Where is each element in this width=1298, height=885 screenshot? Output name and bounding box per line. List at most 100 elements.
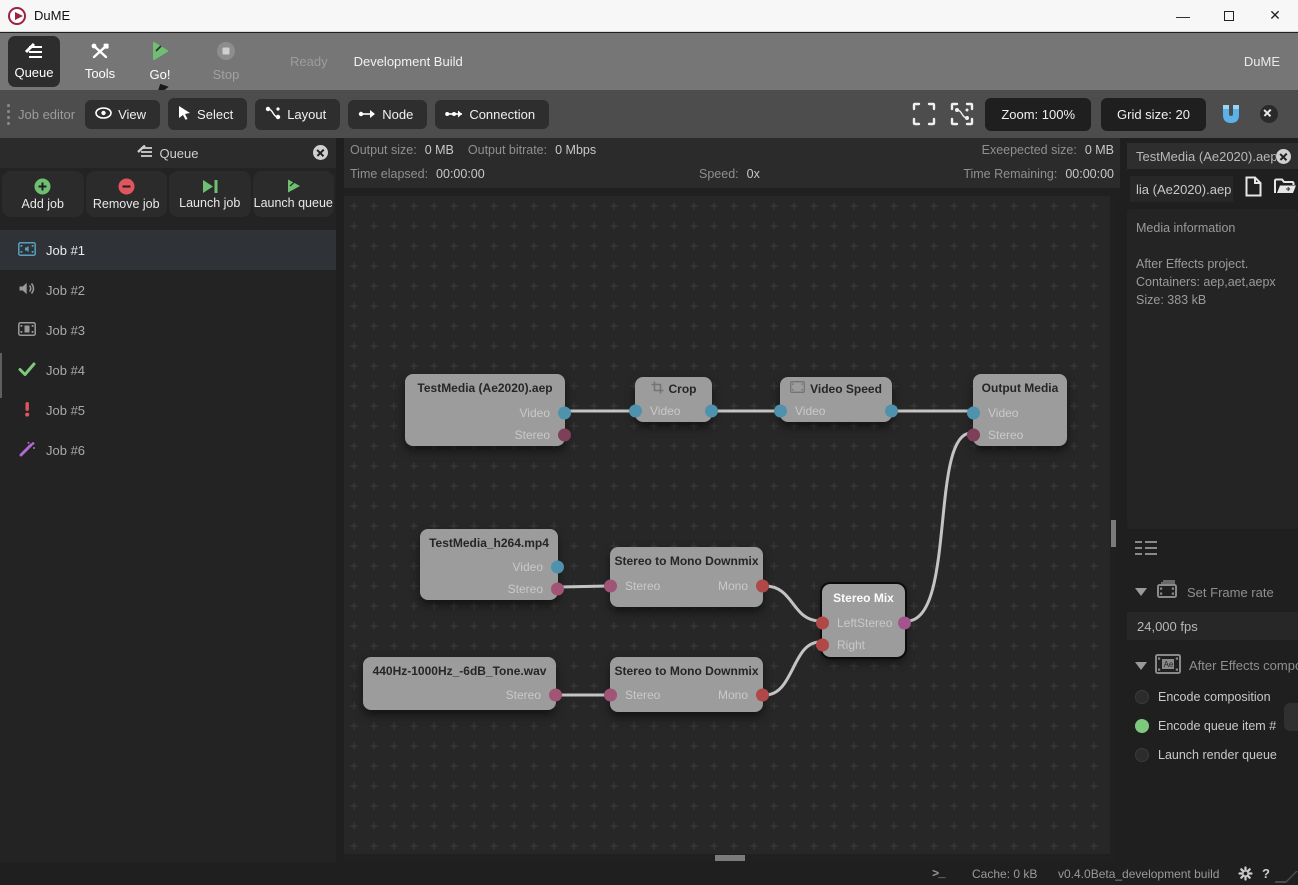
minimize-button[interactable]: — — [1160, 0, 1206, 32]
new-file-icon[interactable] — [1245, 176, 1262, 202]
queue-tab-button[interactable]: Queue — [8, 36, 60, 87]
job-item-3[interactable]: Job #3 — [0, 310, 336, 350]
frame-selected-button[interactable] — [947, 99, 977, 129]
close-editor-icon[interactable] — [1254, 99, 1284, 129]
file-name-input[interactable]: lia (Ae2020).aep — [1130, 176, 1233, 202]
option-launch-render-queue[interactable]: Launch render queue — [1135, 748, 1277, 762]
launch-queue-button[interactable]: Launch queue — [253, 171, 335, 217]
grid-size-button[interactable]: Grid size: 20 — [1101, 98, 1206, 131]
version-text: v0.4.0Beta_development build — [1058, 867, 1219, 881]
output-port[interactable] — [549, 689, 562, 702]
eye-icon — [95, 107, 112, 122]
resize-grip[interactable] — [1274, 871, 1298, 883]
select-menu-button[interactable]: Select — [168, 98, 247, 130]
radio-icon[interactable] — [1135, 719, 1149, 733]
input-port[interactable] — [967, 407, 980, 420]
output-port[interactable] — [756, 580, 769, 593]
node-title: TestMedia (Ae2020).aep — [405, 374, 565, 402]
node-crop[interactable]: Crop Video — [635, 377, 712, 422]
node-output-media[interactable]: Output Media Video Stereo — [973, 374, 1067, 446]
node-menu-label: Node — [382, 107, 413, 122]
input-port[interactable] — [967, 429, 980, 442]
stop-button[interactable]: Stop — [200, 36, 252, 87]
chevron-down-icon[interactable] — [1135, 588, 1147, 596]
input-port[interactable] — [816, 617, 829, 630]
job-item-2[interactable]: Job #2 — [0, 270, 336, 310]
output-port[interactable] — [558, 407, 571, 420]
node-title: Output Media — [973, 374, 1067, 402]
option-label: Launch render queue — [1158, 748, 1277, 762]
job-item-5[interactable]: Job #5 — [0, 390, 336, 430]
radio-icon[interactable] — [1135, 748, 1149, 762]
node-stereo-downmix-1[interactable]: Stereo to Mono Downmix StereoMono — [610, 547, 763, 607]
settings-gear-icon[interactable] — [1238, 866, 1253, 884]
output-port[interactable] — [885, 405, 898, 418]
node-video-speed[interactable]: Video Speed Video — [780, 377, 892, 422]
output-port[interactable] — [898, 617, 911, 630]
input-port[interactable] — [774, 405, 787, 418]
layout-menu-button[interactable]: Layout — [255, 99, 340, 130]
job-item-4[interactable]: Job #4 — [0, 350, 336, 390]
graph-horizontal-scrollbar[interactable] — [344, 854, 1110, 862]
help-icon[interactable]: ? — [1262, 866, 1270, 881]
job-list-scrollbar[interactable] — [0, 353, 2, 398]
output-port[interactable] — [705, 405, 718, 418]
frame-all-button[interactable] — [909, 99, 939, 129]
connection-menu-button[interactable]: Connection — [435, 100, 549, 129]
job-item-6[interactable]: Job #6 — [0, 430, 336, 470]
snap-magnet-icon[interactable] — [1216, 99, 1246, 129]
node-stereo-downmix-2[interactable]: Stereo to Mono Downmix StereoMono — [610, 657, 763, 712]
add-job-button[interactable]: Add job — [2, 171, 84, 217]
output-port[interactable] — [756, 689, 769, 702]
frame-rate-section[interactable]: Set Frame rate — [1135, 580, 1298, 604]
output-port[interactable] — [551, 583, 564, 596]
input-port[interactable] — [604, 580, 617, 593]
node-testmedia-mp4[interactable]: TestMedia_h264.mp4 Video Stereo — [420, 529, 558, 600]
crop-icon — [651, 381, 664, 397]
input-port[interactable] — [816, 639, 829, 652]
output-port[interactable] — [551, 561, 564, 574]
input-port[interactable] — [604, 689, 617, 702]
option-encode-composition[interactable]: Encode composition — [1135, 690, 1271, 704]
frame-rate-input[interactable]: 24,000 fps — [1127, 612, 1298, 640]
launch-job-button[interactable]: Launch job — [169, 171, 251, 217]
media-properties-panel: TestMedia (Ae2020).aep lia (Ae2020).aep … — [1125, 138, 1298, 862]
job-label: Job #1 — [46, 243, 85, 258]
node-plug-icon — [358, 107, 376, 122]
input-port[interactable] — [629, 405, 642, 418]
error-icon — [18, 401, 36, 420]
job-item-1[interactable]: Job #1 — [0, 230, 336, 270]
node-title: Video Speed — [810, 382, 882, 396]
view-menu-button[interactable]: View — [85, 100, 160, 129]
radio-icon[interactable] — [1135, 690, 1149, 704]
node-stereo-mix[interactable]: Stereo Mix LeftStereo Right — [822, 584, 905, 657]
go-button[interactable]: Go! — [134, 36, 186, 87]
option-encode-queue-item[interactable]: Encode queue item # — [1135, 719, 1276, 733]
graph-vertical-scrollbar[interactable] — [1110, 196, 1117, 862]
time-elapsed-value: 00:00:00 — [436, 167, 485, 181]
maximize-button[interactable] — [1206, 0, 1252, 32]
node-graph-canvas[interactable]: TestMedia (Ae2020).aep Video Stereo Crop… — [344, 196, 1117, 862]
output-port[interactable] — [558, 429, 571, 442]
connection-line[interactable] — [560, 586, 608, 587]
toolbar-drag-handle[interactable] — [7, 104, 10, 125]
node-tone-wav[interactable]: 440Hz-1000Hz_-6dB_Tone.wav Stereo — [363, 657, 556, 710]
zoom-level-button[interactable]: Zoom: 100% — [985, 98, 1091, 131]
remove-job-button[interactable]: Remove job — [86, 171, 168, 217]
job-editor-toolbar: Job editor View Select Layout Node Conne… — [0, 90, 1298, 138]
node-menu-button[interactable]: Node — [348, 100, 427, 129]
node-testmedia-aep[interactable]: TestMedia (Ae2020).aep Video Stereo — [405, 374, 565, 446]
open-folder-icon[interactable] — [1274, 178, 1297, 200]
ae-composition-section[interactable]: Ae After Effects compo — [1135, 654, 1298, 677]
job-editor-label: Job editor — [18, 107, 75, 122]
chevron-down-icon[interactable] — [1135, 662, 1147, 670]
close-queue-panel-icon[interactable] — [313, 145, 328, 160]
tools-button[interactable]: Tools — [74, 36, 126, 87]
close-button[interactable]: ✕ — [1252, 0, 1298, 32]
blocks-list-icon[interactable] — [1135, 540, 1157, 561]
console-icon[interactable]: >_ — [932, 867, 944, 881]
job-label: Job #3 — [46, 323, 85, 338]
close-media-panel-icon[interactable] — [1276, 149, 1291, 164]
queue-wand-icon — [137, 145, 153, 161]
dume-window: DuME — ✕ Queue Tools Go! — [0, 0, 1298, 885]
